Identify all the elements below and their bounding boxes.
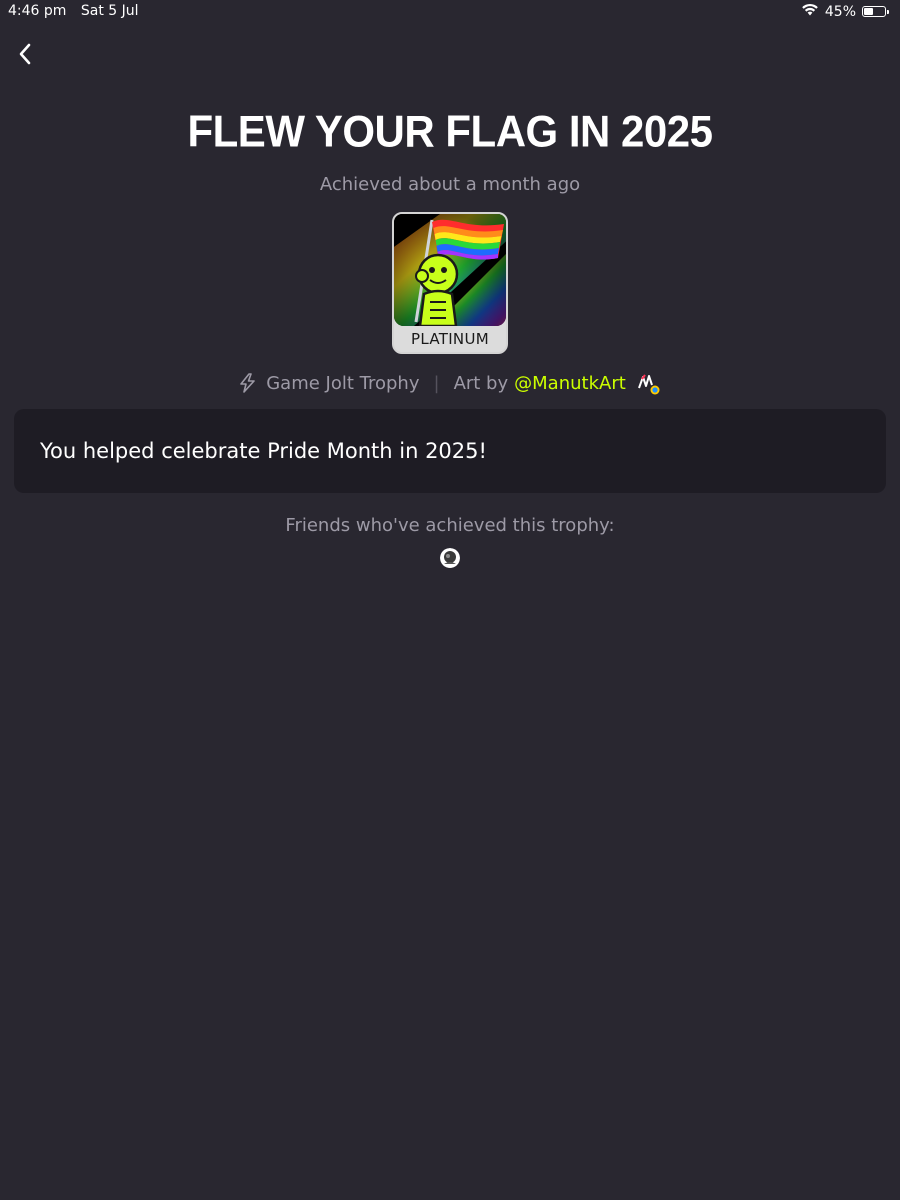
trophy-source: Game Jolt Trophy [266, 372, 420, 394]
back-button[interactable] [10, 38, 42, 70]
status-date: Sat 5 Jul [80, 3, 139, 19]
achieved-date: Achieved about a month ago [319, 174, 581, 195]
status-time: 4:46 pm [8, 3, 67, 19]
trophy-title: FLEW YOUR FLAG IN 2025 [187, 106, 713, 157]
battery-percent: 45% [824, 3, 856, 20]
trophy-tier-label: PLATINUM [411, 330, 489, 348]
artist-avatar[interactable] [636, 370, 662, 396]
trophy-description-card: You helped celebrate Pride Month in 2025… [14, 409, 886, 493]
friend-avatar[interactable] [440, 548, 460, 568]
meta-divider: | [433, 372, 440, 394]
status-bar: 4:46 pm Sat 5 Jul 45% [0, 0, 900, 24]
trophy-artwork [394, 214, 506, 326]
friends-label: Friends who've achieved this trophy: [285, 515, 615, 536]
art-by-label: Art by [453, 372, 509, 394]
status-left: 4:46 pm Sat 5 Jul [8, 3, 149, 19]
battery-icon [862, 6, 889, 17]
wifi-icon [801, 3, 819, 20]
trophy-card: PLATINUM [392, 212, 508, 354]
trophy-description: You helped celebrate Pride Month in 2025… [40, 439, 487, 463]
trophy-meta: Game Jolt Trophy | Art by @ManutkArt [0, 370, 900, 396]
status-right: 45% [801, 3, 889, 20]
artist-link[interactable]: @ManutkArt [514, 373, 626, 394]
game-jolt-bolt-icon [238, 373, 258, 393]
battery-fill [864, 8, 873, 15]
chevron-left-icon [10, 43, 42, 74]
